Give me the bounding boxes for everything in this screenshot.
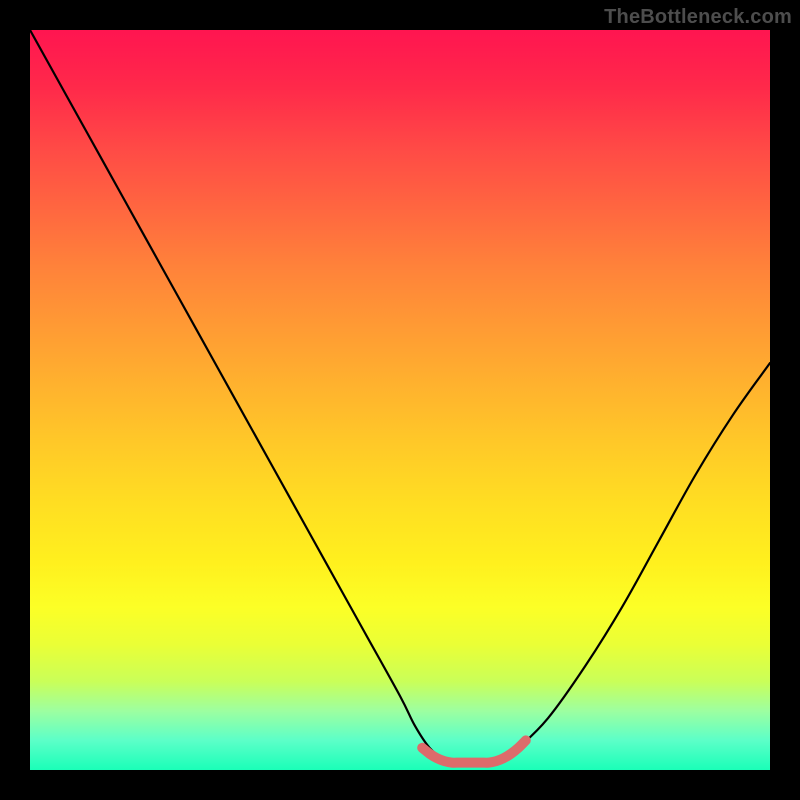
chart-container: TheBottleneck.com xyxy=(0,0,800,800)
chart-svg xyxy=(30,30,770,770)
bottom-highlight xyxy=(422,740,526,762)
watermark: TheBottleneck.com xyxy=(604,6,792,29)
bottleneck-curve xyxy=(30,30,770,763)
plot-area xyxy=(30,30,770,770)
